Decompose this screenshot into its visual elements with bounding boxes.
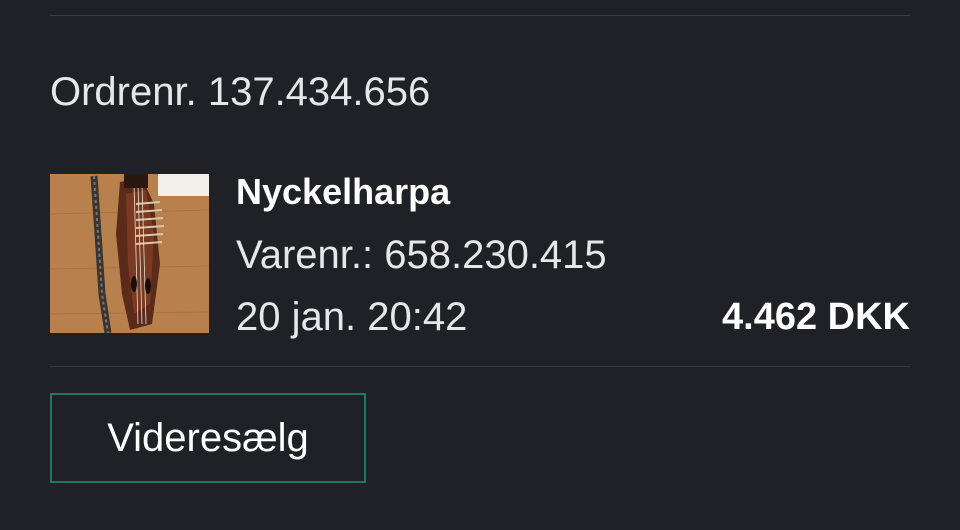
order-number: Ordrenr. 137.434.656 <box>50 70 431 114</box>
product-thumbnail[interactable] <box>50 174 209 333</box>
order-date: 20 jan. 20:42 <box>236 295 468 339</box>
nyckelharpa-image-icon <box>50 174 209 333</box>
item-title[interactable]: Nyckelharpa <box>236 170 450 214</box>
item-number: Varenr.: 658.230.415 <box>236 233 607 277</box>
item-price: 4.462 DKK <box>722 296 910 338</box>
divider-top <box>50 15 910 16</box>
divider-middle <box>50 366 910 367</box>
resell-button[interactable]: Videresælg <box>50 393 366 483</box>
